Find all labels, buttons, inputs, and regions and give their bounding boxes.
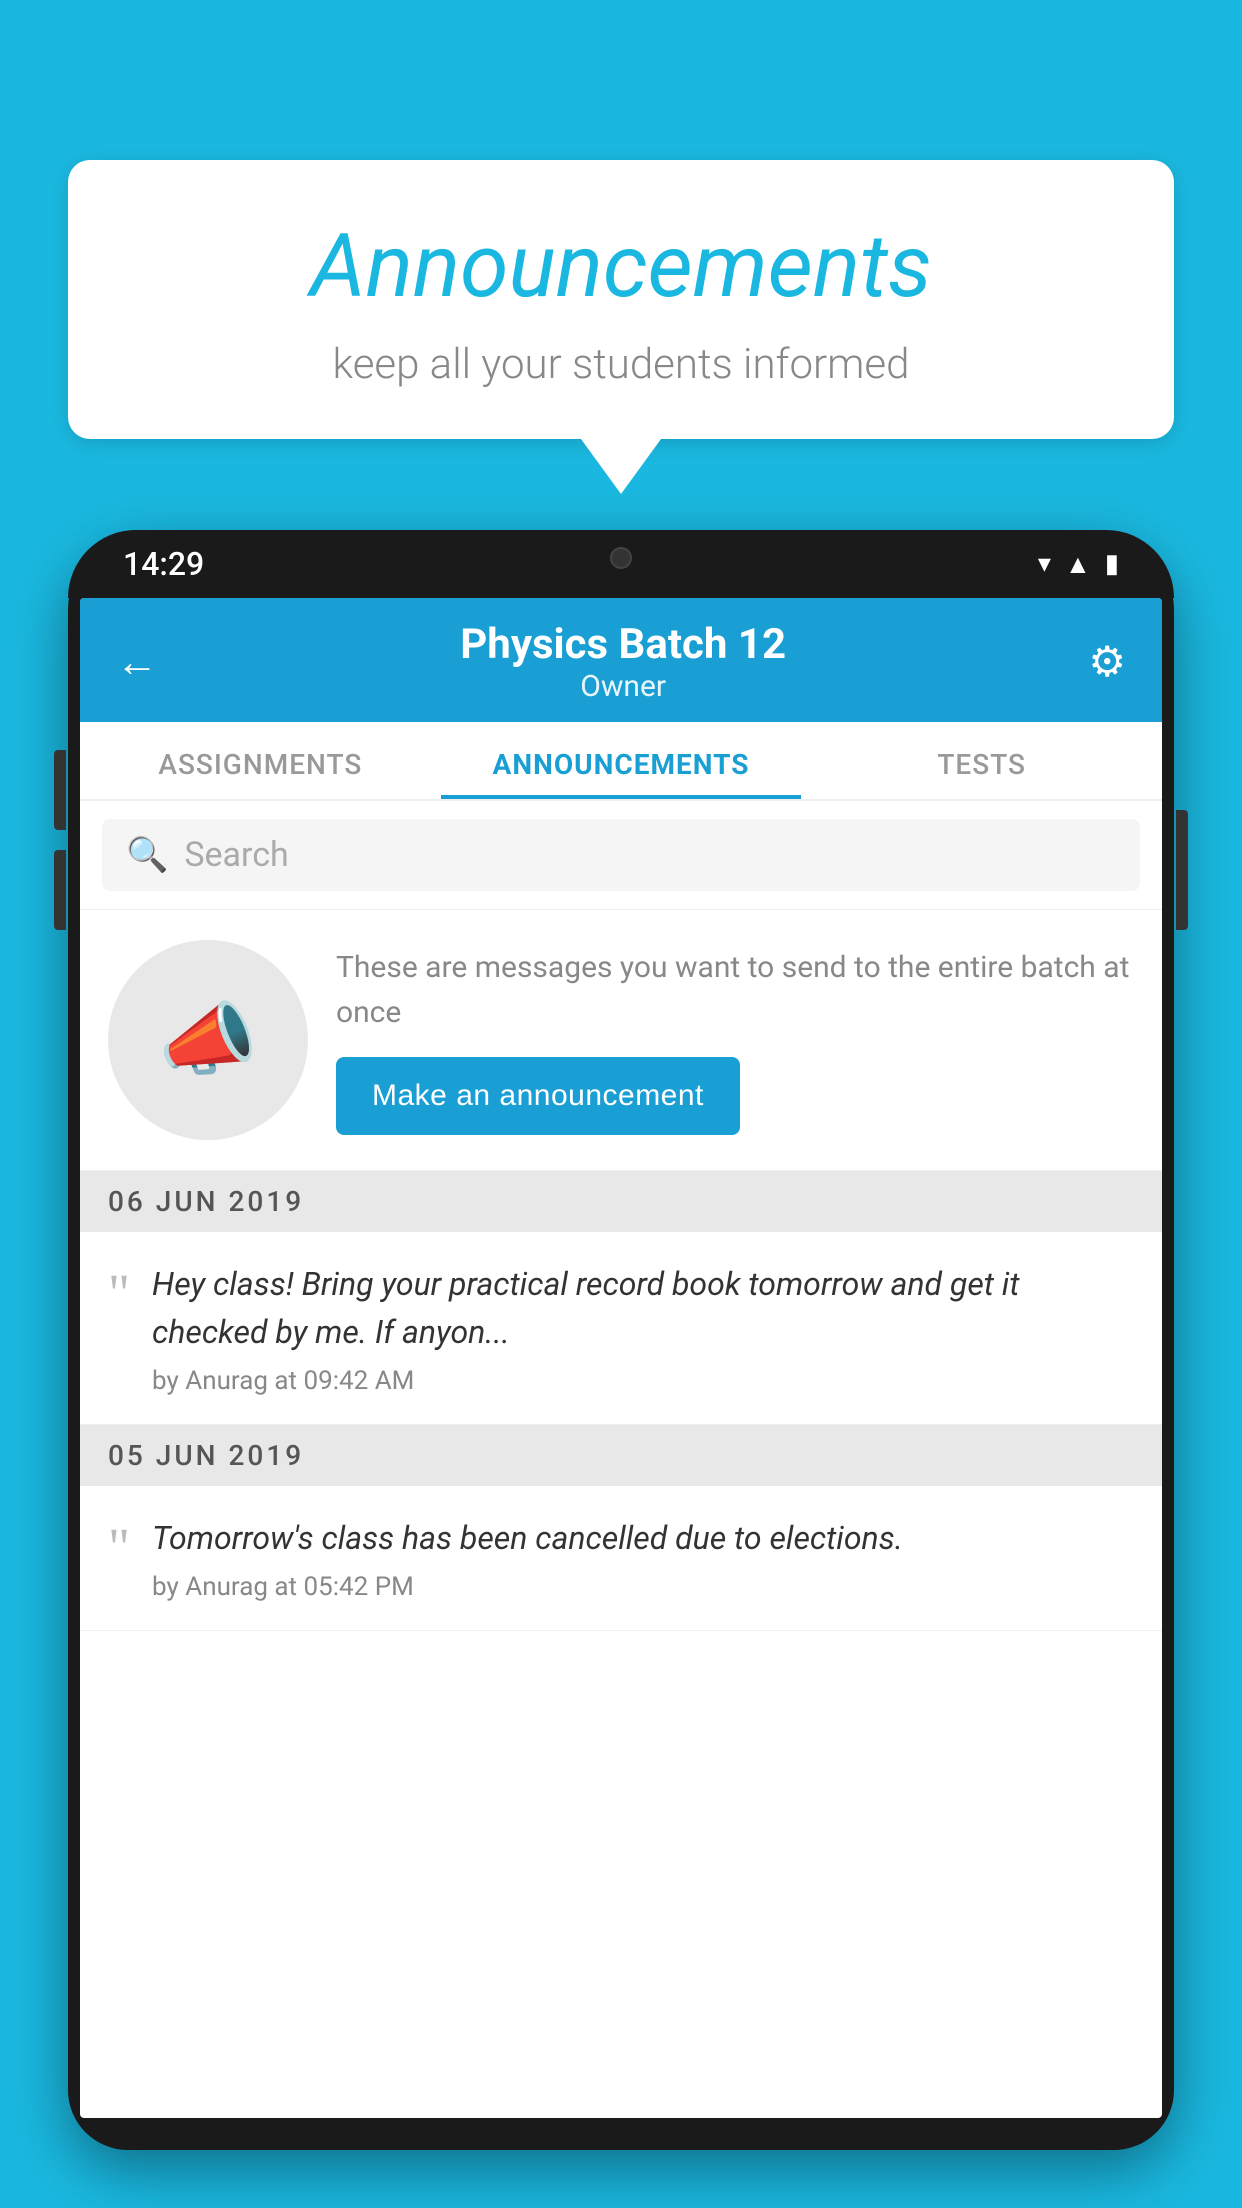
- phone-frame: 14:29 ▾ ▲ ▮ ← Physics Batch 12 Owner ⚙: [68, 530, 1174, 2150]
- announcement-content-2: Tomorrow's class has been cancelled due …: [152, 1514, 1134, 1602]
- speech-bubble-arrow: [581, 439, 661, 494]
- phone-mockup: 14:29 ▾ ▲ ▮ ← Physics Batch 12 Owner ⚙: [68, 530, 1174, 2208]
- search-placeholder: Search: [184, 835, 288, 875]
- clock: 14:29: [123, 545, 204, 583]
- tab-bar: ASSIGNMENTS ANNOUNCEMENTS TESTS: [80, 722, 1162, 801]
- front-camera: [610, 547, 632, 569]
- quote-icon-2: ": [108, 1520, 130, 1574]
- date-separator-2: 05 JUN 2019: [80, 1425, 1162, 1486]
- promo-description: These are messages you want to send to t…: [336, 945, 1134, 1035]
- tab-tests[interactable]: TESTS: [801, 722, 1162, 799]
- volume-up-button: [54, 750, 66, 830]
- wifi-icon: ▾: [1038, 549, 1051, 579]
- announcement-text-2: Tomorrow's class has been cancelled due …: [152, 1514, 1134, 1562]
- batch-title: Physics Batch 12: [158, 620, 1088, 669]
- megaphone-circle: 📣: [108, 940, 308, 1140]
- announcement-meta-2: by Anurag at 05:42 PM: [152, 1572, 1134, 1602]
- make-announcement-button[interactable]: Make an announcement: [336, 1057, 740, 1135]
- phone-screen: ← Physics Batch 12 Owner ⚙ ASSIGNMENTS A…: [80, 598, 1162, 2118]
- megaphone-icon: 📣: [158, 993, 258, 1087]
- battery-icon: ▮: [1105, 549, 1119, 579]
- volume-down-button: [54, 850, 66, 930]
- speech-bubble-section: Announcements keep all your students inf…: [68, 160, 1174, 494]
- promo-text-area: These are messages you want to send to t…: [336, 945, 1134, 1135]
- status-bar: 14:29 ▾ ▲ ▮: [68, 530, 1174, 598]
- announcement-promo: 📣 These are messages you want to send to…: [80, 910, 1162, 1171]
- date-separator-1: 06 JUN 2019: [80, 1171, 1162, 1232]
- search-container: 🔍 Search: [80, 801, 1162, 910]
- bubble-title: Announcements: [128, 215, 1114, 318]
- header-title-area: Physics Batch 12 Owner: [158, 620, 1088, 704]
- quote-icon-1: ": [108, 1266, 130, 1320]
- search-bar[interactable]: 🔍 Search: [102, 819, 1140, 891]
- announcement-item-2: " Tomorrow's class has been cancelled du…: [80, 1486, 1162, 1631]
- speech-bubble-card: Announcements keep all your students inf…: [68, 160, 1174, 439]
- status-icons: ▾ ▲ ▮: [1038, 549, 1119, 580]
- settings-icon[interactable]: ⚙: [1088, 637, 1126, 687]
- search-icon: 🔍: [126, 835, 168, 875]
- announcement-meta-1: by Anurag at 09:42 AM: [152, 1366, 1134, 1396]
- announcement-text-1: Hey class! Bring your practical record b…: [152, 1260, 1134, 1356]
- tab-announcements[interactable]: ANNOUNCEMENTS: [441, 722, 802, 799]
- back-button[interactable]: ←: [116, 638, 158, 687]
- signal-icon: ▲: [1065, 549, 1091, 580]
- power-button: [1176, 810, 1188, 930]
- batch-role: Owner: [158, 669, 1088, 704]
- announcement-item-1: " Hey class! Bring your practical record…: [80, 1232, 1162, 1425]
- tab-assignments[interactable]: ASSIGNMENTS: [80, 722, 441, 799]
- announcement-content-1: Hey class! Bring your practical record b…: [152, 1260, 1134, 1396]
- bubble-subtitle: keep all your students informed: [128, 340, 1114, 389]
- app-header: ← Physics Batch 12 Owner ⚙: [80, 598, 1162, 722]
- phone-notch: [521, 530, 721, 585]
